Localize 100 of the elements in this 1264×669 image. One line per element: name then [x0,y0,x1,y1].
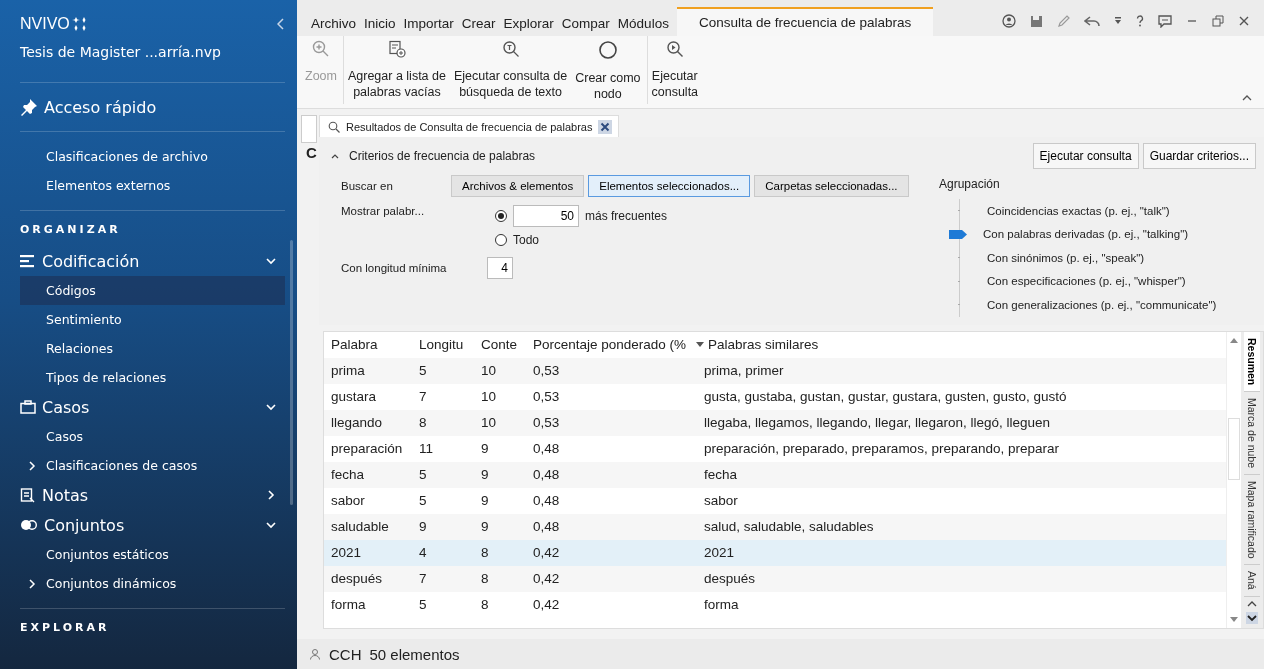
table-row[interactable]: llegando 8 10 0,53 llegaba, llegamos, llegando, llegar, llegaron, llegó, lleguen [324,409,1226,436]
chevron-right-icon [28,460,36,471]
ribbon-tab[interactable]: Consulta de frecuencia de palabras [676,7,934,36]
ribbon-tab[interactable]: Explorar [499,16,558,36]
nav-group[interactable]: Conjuntos [20,510,285,540]
table-cell-text: 8 [480,571,490,586]
grouping-option[interactable]: Con palabras derivadas (p. ej., "talking") [983,228,1189,241]
ribbon-button[interactable]: Crear como nodo [571,36,648,104]
radio-button[interactable] [495,210,507,222]
table-cell-text: 0,42 [532,571,561,586]
table-cell-text: 9 [480,493,490,508]
ribbon-tab[interactable]: Compar [557,16,614,36]
table-row[interactable]: prima 5 10 0,53 prima, primer [324,357,1226,384]
document-tab[interactable]: Resultados de Consulta de frecuencia de palabras [319,115,620,137]
panel-title: C [306,144,317,161]
action-button[interactable]: Guardar criterios... [1142,143,1256,169]
scope-button[interactable]: Archivos & elementos [451,175,585,197]
table-cell-text: 5 [418,467,428,482]
ribbon-button[interactable]: Ejecutar consulta de búsqueda de texto [449,36,572,101]
table-row[interactable]: forma 5 8 0,42 forma [324,591,1226,618]
scope-button[interactable]: Elementos seleccionados... [588,175,751,197]
ribbon-tab[interactable]: Archivo [307,16,360,36]
nav-item-label: Casos [46,429,84,444]
view-tab[interactable]: Resumen [1244,331,1260,392]
grouping-option[interactable]: Coincidencias exactas (p. ej., "talk") [987,204,1170,217]
radio-label: Todo [513,233,540,247]
close-icon[interactable] [598,119,613,134]
ribbon-tab[interactable]: Módulos [613,16,673,36]
account-icon[interactable] [1002,14,1016,28]
ribbon-tab[interactable]: Inicio [360,16,400,36]
nav-item[interactable]: Conjuntos estáticos [20,540,285,569]
chevron-right-icon [28,578,36,589]
column-header[interactable]: Longitu [412,337,474,352]
table-row[interactable]: 2021 4 8 0,42 2021 [324,539,1226,566]
table-cell-text: forma [703,597,740,612]
nav-item[interactable]: Casos [20,422,285,451]
table-row[interactable]: después 7 8 0,42 después [324,565,1226,592]
table-cell-text: 0,42 [532,545,561,560]
count-field[interactable]: 50 [513,205,579,227]
nav-item[interactable]: Relaciones [20,334,285,363]
nav-item[interactable]: Códigos [20,276,285,305]
save-icon[interactable] [1030,14,1043,28]
ribbon-button[interactable]: Agregar a lista de palabras vacías [343,36,450,101]
table-cell-text: 0,48 [532,441,561,456]
grouping-option[interactable]: Con especificaciones (p. ej., "whisper") [987,275,1186,288]
column-header[interactable]: Palabras similares [696,337,1226,352]
ribbon-tab[interactable]: Crear [457,16,500,36]
action-button[interactable]: Ejecutar consulta [1032,143,1139,169]
chevron-down-icon [265,255,277,267]
chevron-down-icon[interactable] [1246,612,1258,624]
nav-item[interactable]: Clasificaciones de casos [20,451,285,480]
undo-icon[interactable] [1084,14,1100,28]
table-cell-text: 7 [418,571,428,586]
column-header[interactable]: Porcentaje ponderado (% [526,337,696,352]
view-tab[interactable]: Aná [1244,565,1260,598]
radio-button[interactable] [495,234,507,246]
ribbon-button[interactable]: Ejecutar consulta [647,36,703,101]
nav-group[interactable]: Notas [20,480,285,510]
column-header[interactable]: Palabra [324,337,412,352]
dropdown-icon[interactable] [1114,16,1122,26]
table-row[interactable]: saludable 9 9 0,48 salud, saludable, saludables [324,513,1226,540]
view-tab[interactable]: Mapa ramificado [1244,474,1260,566]
chevron-up-icon[interactable] [1247,600,1257,608]
grouping-option[interactable]: Con sinónimos (p. ej., "speak") [987,251,1145,264]
pin-icon [20,98,38,116]
table-row[interactable]: fecha 5 9 0,48 fecha [324,461,1226,488]
table-row[interactable]: gustara 7 10 0,53 gusta, gustaba, gustan, gustar, gustara, gusten, gusto, gustó [324,383,1226,410]
table-cell-text: saludable [330,519,390,534]
nav-item[interactable]: Conjuntos dinámicos [20,569,285,598]
ribbon-tab[interactable]: Importar [399,16,458,36]
table-row[interactable]: sabor 5 9 0,48 sabor [324,487,1226,514]
quick-access-header[interactable]: Acceso rápido [20,92,285,122]
lines-icon [20,254,36,268]
scope-button[interactable]: Carpetas seleccionadas... [754,175,909,197]
table-row[interactable]: preparación 11 9 0,48 preparación, preparado, preparamos, preparando, preparar [324,435,1226,462]
slider-thumb[interactable] [949,229,967,239]
close-icon[interactable] [1238,15,1250,27]
nav-item[interactable]: Elementos externos [20,171,285,200]
chat-icon[interactable] [1158,14,1172,28]
length-field[interactable]: 4 [487,257,513,279]
table-cell-text: 2021 [703,545,736,560]
nav-group[interactable]: Casos [20,392,285,422]
collapse-icon[interactable] [331,153,339,159]
column-header[interactable]: Conte [474,337,526,352]
help-icon[interactable] [1136,15,1144,27]
restore-icon[interactable] [1212,15,1224,27]
zoom-in-icon [311,40,330,58]
table-cell-text: llegaba, llegamos, llegando, llegar, llegaron, llegó, lleguen [703,415,1051,430]
group-title: Conjuntos [44,515,126,535]
collapse-icon[interactable] [1242,94,1252,102]
nav-group[interactable]: Codificación [20,246,285,276]
scroll-thumb[interactable] [1228,417,1240,480]
nav-item[interactable]: Tipos de relaciones [20,363,285,392]
grouping-option[interactable]: Con generalizaciones (p. ej., "communicate") [987,298,1217,311]
nav-item[interactable]: Sentimiento [20,305,285,334]
table-cell-text: 7 [418,389,428,404]
table-cell-text: 10 [480,415,498,430]
nav-item[interactable]: Clasificaciones de archivo [20,142,285,171]
view-tab[interactable]: Marca de nube [1244,391,1260,475]
scroll-down-icon[interactable] [1229,616,1239,624]
